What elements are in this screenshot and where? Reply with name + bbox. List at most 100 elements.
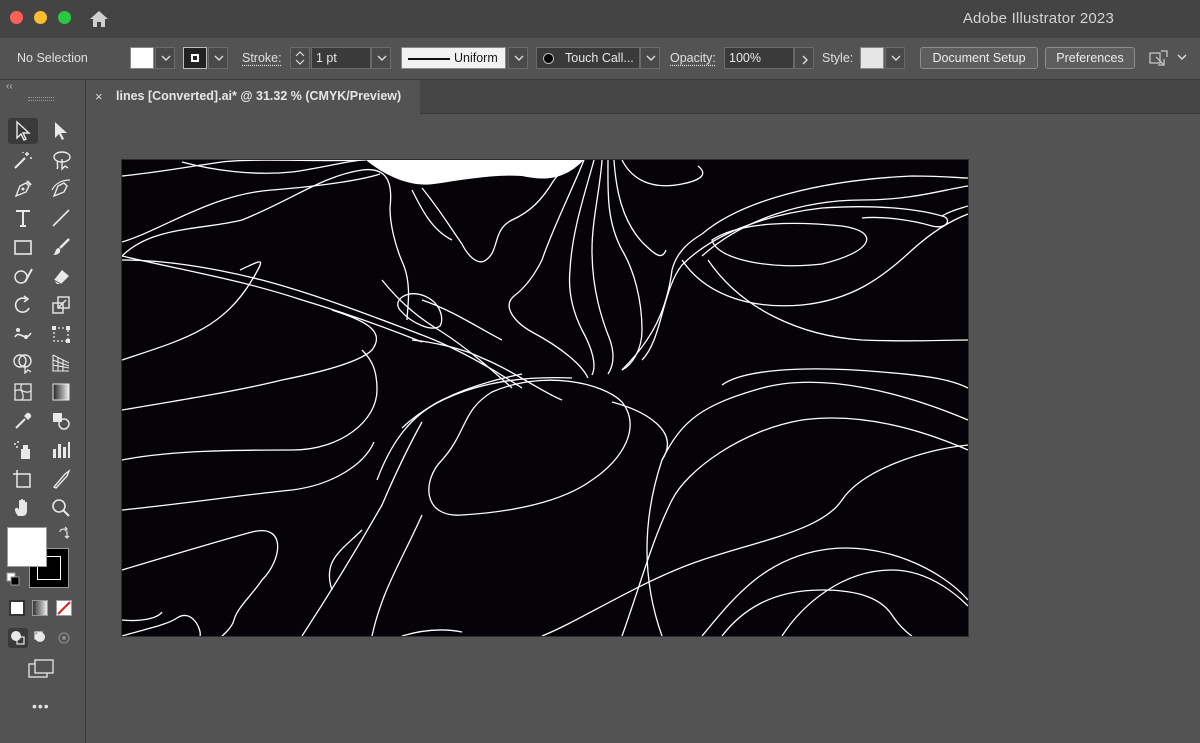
paintbrush-tool[interactable] [46, 234, 76, 260]
slice-tool[interactable] [46, 466, 76, 492]
chevron-right-icon [802, 55, 808, 65]
fill-dropdown[interactable] [155, 47, 175, 69]
maximize-window-button[interactable] [58, 11, 71, 24]
eyedropper-tool[interactable] [8, 408, 38, 434]
curvature-tool-icon [51, 179, 71, 198]
direct-selection-tool[interactable] [46, 118, 76, 144]
width-profile-dropdown[interactable] [508, 47, 528, 69]
preferences-button[interactable]: Preferences [1045, 47, 1135, 69]
artboard[interactable] [122, 160, 968, 636]
app-title: Adobe Illustrator 2023 [962, 10, 1114, 27]
curvature-tool[interactable] [46, 176, 76, 202]
line-segment-tool[interactable] [46, 205, 76, 231]
arrange-documents-icon[interactable] [1147, 48, 1169, 70]
gradient-mode-button[interactable] [32, 600, 48, 616]
color-mode-button[interactable] [9, 600, 25, 616]
symbol-sprayer-tool[interactable] [8, 437, 38, 463]
puppet-warp-tool[interactable] [8, 321, 38, 347]
stroke-color-dropdown[interactable] [208, 47, 228, 69]
shape-builder-tool[interactable] [8, 350, 38, 376]
rectangle-tool[interactable] [8, 234, 38, 260]
style-dropdown[interactable] [885, 47, 905, 69]
shaper-tool[interactable] [8, 263, 38, 289]
rotate-tool-icon [14, 295, 30, 313]
gradient-tool[interactable] [46, 379, 76, 405]
artboard-tool-icon [13, 470, 31, 488]
draw-inside-button[interactable] [54, 628, 74, 648]
column-graph-tool[interactable] [46, 437, 76, 463]
hand-tool-icon [14, 498, 27, 516]
document-tab-title: lines [Converted].ai* @ 31.32 % (CMYK/Pr… [116, 89, 402, 103]
rectangle-tool-icon [14, 240, 32, 255]
pen-tool[interactable] [8, 176, 38, 202]
swap-fill-stroke-icon[interactable] [57, 526, 73, 542]
document-setup-button[interactable]: Document Setup [920, 47, 1038, 69]
perspective-grid-tool[interactable] [46, 350, 76, 376]
magic-wand-icon [14, 152, 32, 169]
zoom-tool[interactable] [46, 495, 76, 521]
brush-dropdown[interactable] [640, 47, 660, 69]
hand-tool[interactable] [8, 495, 38, 521]
default-fill-stroke-icon[interactable] [6, 572, 22, 588]
puppet-warp-icon [14, 328, 32, 339]
fill-color-box[interactable] [7, 527, 47, 567]
brush-definition[interactable]: Touch Call... [536, 47, 640, 69]
home-icon[interactable] [88, 8, 110, 30]
mesh-tool[interactable] [8, 379, 38, 405]
topographic-line-artwork[interactable] [122, 160, 968, 636]
stroke-weight-field[interactable]: 1 pt [311, 47, 371, 69]
eyedropper-icon [15, 412, 32, 429]
eraser-tool-icon [53, 270, 69, 285]
stroke-weight-dropdown[interactable] [371, 47, 391, 69]
tools-panel: ‹‹ ••• [0, 80, 86, 743]
magic-wand-tool[interactable] [8, 147, 38, 173]
paintbrush-tool-icon [53, 238, 70, 255]
document-tab-bar: × lines [Converted].ai* @ 31.32 % (CMYK/… [86, 80, 1200, 114]
minimize-window-button[interactable] [34, 11, 47, 24]
illustrator-window: Adobe Illustrator 2023 No Selection Stro… [0, 0, 1200, 743]
fill-swatch[interactable] [130, 47, 154, 69]
opacity-flyout[interactable] [794, 47, 814, 69]
chevron-down-icon [161, 55, 171, 61]
free-transform-tool[interactable] [46, 321, 76, 347]
blend-tool[interactable] [46, 408, 76, 434]
type-tool[interactable] [8, 205, 38, 231]
line-segment-tool-icon [52, 209, 70, 227]
eraser-tool[interactable] [46, 263, 76, 289]
variable-width-label: Uniform [454, 51, 498, 65]
panel-grip[interactable] [28, 97, 54, 101]
opacity-label[interactable]: Opacity: [670, 51, 716, 65]
column-graph-icon [53, 442, 70, 458]
selection-tool[interactable] [8, 118, 38, 144]
title-bar: Adobe Illustrator 2023 [0, 0, 1200, 38]
stroke-label[interactable]: Stroke: [242, 51, 282, 65]
rotate-tool[interactable] [8, 292, 38, 318]
none-mode-button[interactable] [56, 600, 72, 616]
pen-tool-icon [14, 180, 32, 198]
symbol-sprayer-icon [14, 441, 30, 459]
chevron-down-icon [1177, 54, 1187, 60]
draw-normal-button[interactable] [8, 628, 28, 648]
chevron-down-icon [514, 55, 524, 61]
artboard-tool[interactable] [8, 466, 38, 492]
edit-toolbar-icon[interactable]: ••• [32, 698, 50, 714]
mesh-tool-icon [14, 383, 32, 401]
selection-status: No Selection [17, 51, 88, 65]
lasso-tool[interactable] [46, 147, 76, 173]
collapse-panel-icon[interactable]: ‹‹ [6, 81, 13, 92]
stroke-weight-stepper[interactable] [290, 47, 310, 69]
canvas-workspace[interactable] [86, 114, 1200, 743]
document-tab[interactable]: × lines [Converted].ai* @ 31.32 % (CMYK/… [86, 80, 420, 114]
shaper-tool-icon [14, 268, 33, 284]
scale-tool[interactable] [46, 292, 76, 318]
draw-behind-button[interactable] [31, 628, 51, 648]
arrange-dropdown[interactable] [1172, 47, 1192, 69]
screen-mode-button[interactable] [27, 658, 57, 680]
zoom-tool-icon [52, 499, 70, 517]
graphic-style-swatch[interactable] [860, 47, 884, 69]
close-window-button[interactable] [10, 11, 23, 24]
close-tab-icon[interactable]: × [95, 89, 103, 104]
opacity-field[interactable]: 100% [724, 47, 794, 69]
stroke-swatch[interactable] [183, 47, 207, 69]
variable-width-profile[interactable]: Uniform [401, 47, 506, 69]
